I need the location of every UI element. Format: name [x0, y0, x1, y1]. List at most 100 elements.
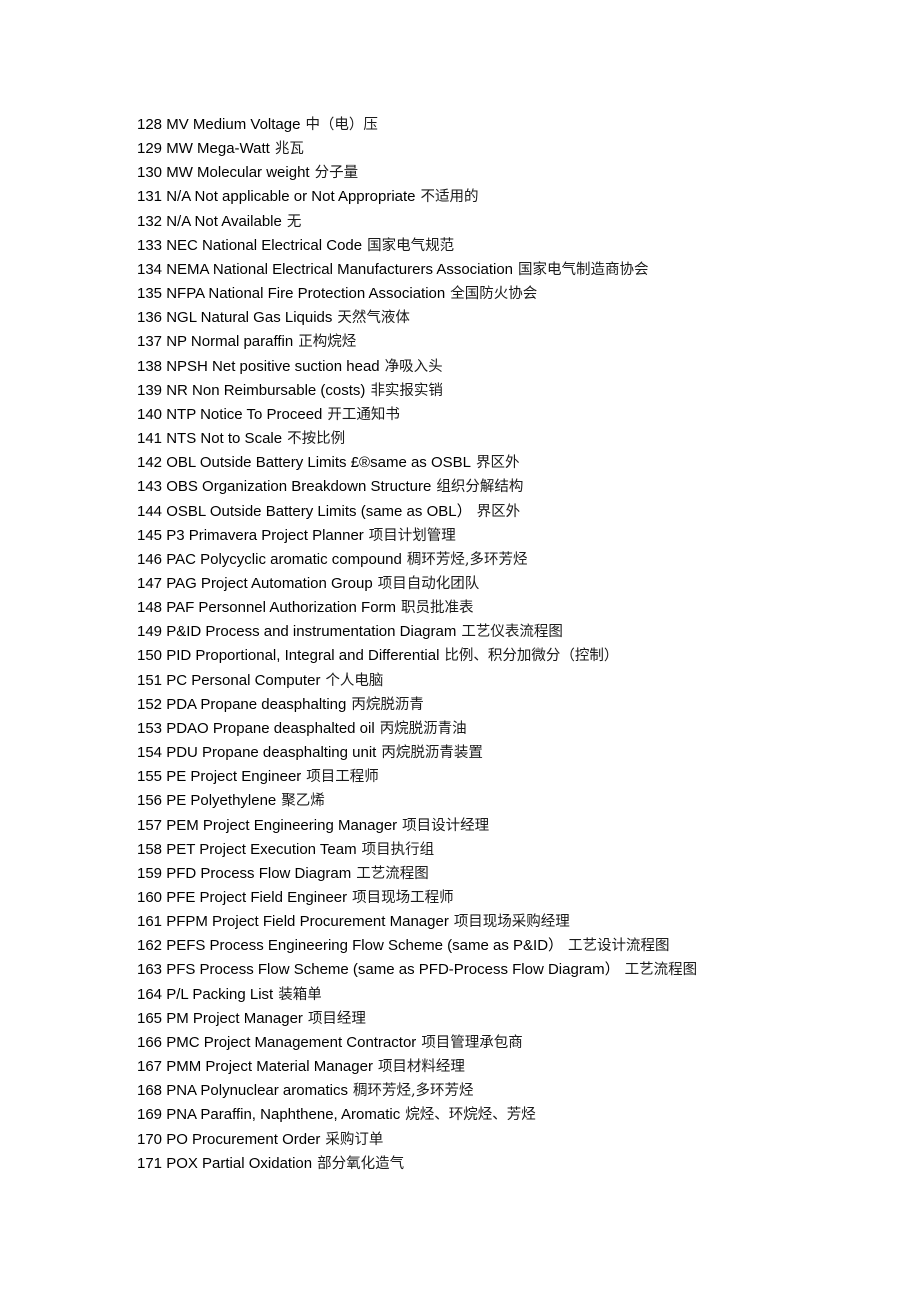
glossary-entry: 130 MW Molecular weight 分子量 — [137, 161, 877, 185]
glossary-entry: 164 P/L Packing List 装箱单 — [137, 983, 877, 1007]
entry-term: PMM Project Material Manager — [166, 1058, 373, 1076]
glossary-entry: 151 PC Personal Computer 个人电脑 — [137, 669, 877, 693]
entry-translation: 烷烃、环烷烃、芳烃 — [405, 1107, 536, 1124]
entry-term: N/A Not Available — [166, 212, 282, 230]
entry-number: 154 — [137, 744, 163, 762]
entry-translation: 全国防火协会 — [450, 286, 538, 303]
glossary-entry: 135 NFPA National Fire Protection Associ… — [137, 282, 877, 306]
entry-term: P/L Packing List — [166, 985, 274, 1003]
entry-term: NP Normal paraffin — [166, 333, 294, 351]
glossary-entry: 163 PFS Process Flow Scheme (same as PFD… — [137, 958, 877, 982]
entry-number: 163 — [137, 961, 163, 979]
entry-term: NEC National Electrical Code — [166, 236, 363, 254]
glossary-list: 128 MV Medium Voltage 中（电）压 129 MW Mega-Wa… — [137, 113, 877, 1176]
entry-translation: 正构烷烃 — [298, 334, 357, 351]
entry-number: 158 — [137, 840, 163, 858]
entry-term: POX Partial Oxidation — [166, 1154, 313, 1172]
entry-translation: 分子量 — [314, 165, 359, 182]
glossary-entry: 159 PFD Process Flow Diagram 工艺流程图 — [137, 862, 877, 886]
glossary-entry: 157 PEM Project Engineering Manager 项目设计经… — [137, 814, 877, 838]
entry-number: 144 — [137, 502, 163, 520]
entry-number: 135 — [137, 285, 163, 303]
glossary-entry: 145 P3 Primavera Project Planner 项目计划管理 — [137, 524, 877, 548]
entry-term: PC Personal Computer — [166, 671, 321, 689]
entry-translation: 兆瓦 — [274, 141, 304, 158]
entry-number: 130 — [137, 164, 163, 182]
glossary-entry: 162 PEFS Process Engineering Flow Scheme… — [137, 934, 877, 958]
entry-translation: 稠环芳烃,多环芳烃 — [352, 1083, 474, 1100]
glossary-entry: 171 POX Partial Oxidation 部分氧化造气 — [137, 1152, 877, 1176]
entry-term: NR Non Reimbursable (costs) — [166, 381, 366, 399]
entry-number: 152 — [137, 695, 163, 713]
entry-term: MV Medium Voltage — [166, 116, 301, 133]
entry-translation: 不适用的 — [420, 189, 479, 206]
glossary-entry: 152 PDA Propane deasphalting 丙烷脱沥青 — [137, 693, 877, 717]
entry-translation: 不按比例 — [287, 431, 346, 448]
glossary-entry: 156 PE Polyethylene 聚乙烯 — [137, 789, 877, 813]
entry-number: 150 — [137, 647, 163, 665]
entry-translation: 稠环芳烃,多环芳烃 — [406, 551, 528, 568]
entry-number: 160 — [137, 889, 163, 906]
entry-translation: 项目设计经理 — [402, 817, 490, 834]
entry-translation: 丙烷脱沥青 — [351, 696, 424, 713]
entry-number: 165 — [137, 1009, 163, 1027]
entry-number: 164 — [137, 985, 163, 1003]
glossary-entry: 161 PFPM Project Field Procurement Manag… — [137, 910, 877, 934]
document-page: 128 MV Medium Voltage 中（电）压 129 MW Mega-Wa… — [0, 0, 920, 1302]
entry-translation: 项目执行组 — [361, 841, 435, 858]
entry-translation: 开工通知书 — [327, 406, 400, 423]
entry-number: 159 — [137, 864, 163, 882]
glossary-entry: 129 MW Mega-Watt 兆瓦 — [137, 137, 877, 161]
entry-term: PDAO Propane deasphalted oil — [166, 719, 375, 737]
entry-term: PM Project Manager — [166, 1009, 303, 1027]
glossary-entry: 128 MV Medium Voltage 中（电）压 — [137, 113, 877, 137]
entry-translation: 工艺流程图 — [356, 865, 429, 882]
entry-number: 169 — [137, 1106, 163, 1124]
entry-number: 129 — [137, 140, 163, 158]
entry-term: PDU Propane deasphalting unit — [166, 744, 377, 762]
entry-number: 142 — [137, 454, 163, 472]
entry-number: 138 — [137, 357, 163, 375]
entry-term: NEMA National Electrical Manufacturers A… — [166, 260, 514, 278]
entry-number: 133 — [137, 236, 163, 254]
glossary-entry: 131 N/A Not applicable or Not Appropriat… — [137, 185, 877, 209]
entry-term: PAG Project Automation Group — [166, 574, 373, 592]
entry-translation: 项目管理承包商 — [421, 1034, 523, 1051]
glossary-entry: 138 NPSH Net positive suction head 净吸入头 — [137, 355, 877, 379]
glossary-entry: 160 PFE Project Field Engineer 项目现场工程师 — [137, 886, 877, 910]
entry-translation: 项目计划管理 — [368, 527, 456, 544]
entry-number: 170 — [137, 1130, 163, 1148]
entry-term: PFD Process Flow Diagram — [166, 864, 352, 882]
entry-term: PID Proportional, Integral and Different… — [166, 647, 440, 665]
entry-term: NFPA National Fire Protection Associatio… — [166, 285, 446, 303]
glossary-entry: 168 PNA Polynuclear aromatics 稠环芳烃,多环芳烃 — [137, 1079, 877, 1103]
glossary-entry: 144 OSBL Outside Battery Limits (same as… — [137, 500, 877, 524]
entry-number: 167 — [137, 1058, 163, 1076]
glossary-entry: 166 PMC Project Management Contractor 项目管… — [137, 1031, 877, 1055]
entry-number: 132 — [137, 212, 163, 230]
glossary-entry: 142 OBL Outside Battery Limits £®same as… — [137, 451, 877, 475]
entry-number: 149 — [137, 623, 163, 641]
glossary-entry: 150 PID Proportional, Integral and Diffe… — [137, 644, 877, 668]
entry-term: P3 Primavera Project Planner — [166, 526, 364, 544]
glossary-entry: 132 N/A Not Available 无 — [137, 210, 877, 234]
glossary-entry: 141 NTS Not to Scale 不按比例 — [137, 427, 877, 451]
entry-term: PET Project Execution Team — [166, 840, 357, 858]
entry-translation: 工艺仪表流程图 — [461, 624, 563, 641]
entry-term: NPSH Net positive suction head — [166, 357, 380, 375]
entry-translation: 部分氧化造气 — [317, 1155, 405, 1172]
entry-term: PE Polyethylene — [166, 792, 277, 810]
entry-term: PO Procurement Order — [166, 1130, 321, 1148]
entry-number: 145 — [137, 526, 163, 544]
entry-translation: 采购订单 — [325, 1131, 384, 1148]
entry-term: PNA Polynuclear aromatics — [166, 1082, 348, 1100]
entry-translation: 聚乙烯 — [281, 793, 325, 810]
entry-number: 143 — [137, 478, 163, 496]
entry-term: PDA Propane deasphalting — [166, 695, 347, 713]
entry-term: OBS Organization Breakdown Structure — [166, 478, 432, 496]
entry-number: 171 — [137, 1154, 163, 1172]
glossary-entry: 146 PAC Polycyclic aromatic compound 稠环芳烃… — [137, 548, 877, 572]
entry-translation: 职员批准表 — [401, 600, 474, 617]
glossary-entry: 154 PDU Propane deasphalting unit 丙烷脱沥青装置 — [137, 741, 877, 765]
entry-term: P&ID Process and instrumentation Diagram — [166, 623, 457, 641]
